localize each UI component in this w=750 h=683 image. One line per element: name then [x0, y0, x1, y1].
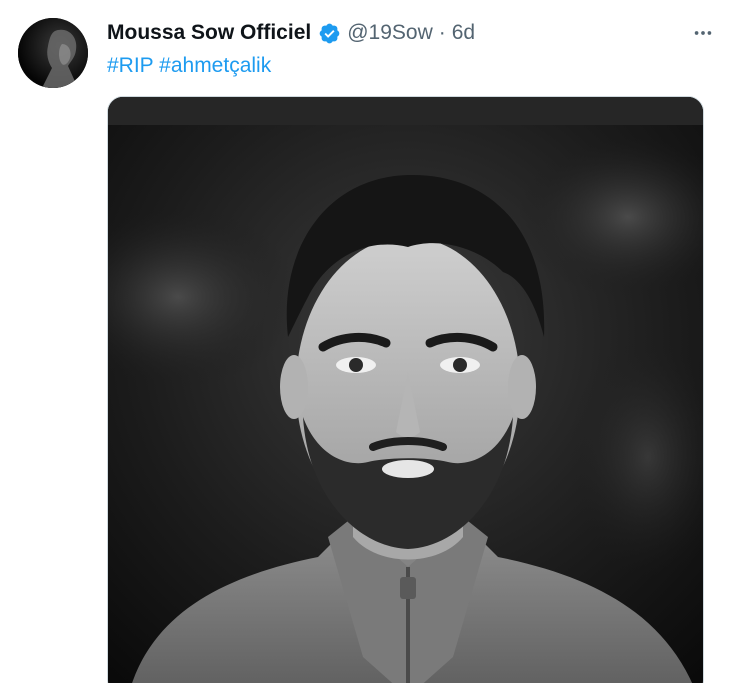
verified-badge-icon — [318, 22, 341, 45]
more-options-button[interactable] — [686, 18, 720, 48]
author-handle[interactable]: @19Sow — [347, 20, 433, 46]
tweet-content: Moussa Sow Officiel @19Sow · 6d #RIP #ah… — [107, 0, 750, 683]
separator-dot: · — [438, 21, 446, 44]
more-horizontal-icon — [694, 31, 712, 35]
portrait-photo — [108, 97, 703, 683]
avatar-column — [18, 18, 88, 88]
avatar-image — [18, 18, 88, 88]
tweet-header: Moussa Sow Officiel @19Sow · 6d — [107, 20, 706, 46]
author-display-name[interactable]: Moussa Sow Officiel — [107, 20, 311, 46]
tweet[interactable]: Moussa Sow Officiel @19Sow · 6d #RIP #ah… — [0, 0, 750, 683]
tweet-media-photo[interactable] — [107, 96, 704, 683]
hashtag-link-ahmetcalik[interactable]: #ahmetçalik — [159, 54, 271, 77]
avatar[interactable] — [18, 18, 88, 88]
tweet-text: #RIP #ahmetçalik — [107, 52, 271, 80]
tweet-timestamp[interactable]: 6d — [452, 20, 475, 46]
hashtag-link-rip[interactable]: #RIP — [107, 54, 153, 77]
